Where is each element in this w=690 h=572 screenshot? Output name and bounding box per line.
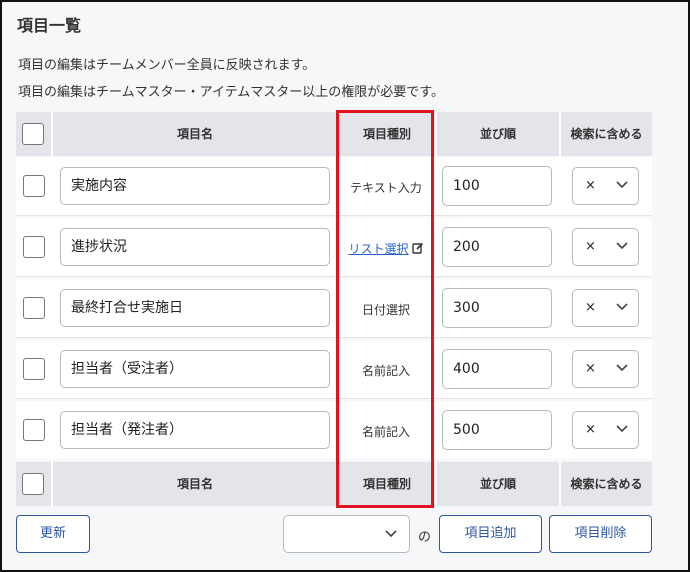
chevron-down-icon [616,303,628,311]
searchable-select[interactable]: × [572,411,639,449]
delete-item-button[interactable]: 項目削除 [549,515,652,553]
searchable-select[interactable]: × [572,350,639,388]
column-header-type: 項目種別 [362,127,411,141]
searchable-value: × [585,178,596,193]
item-type-link-wrap[interactable]: リスト選択 [336,240,436,257]
order-input[interactable]: 500 [442,410,552,450]
note-broadcast: 項目の編集はチームメンバー全員に反映されます。 [18,58,316,73]
item-name-input[interactable]: 担当者（受注者） [60,350,330,388]
select-all-checkbox-bottom[interactable] [22,473,44,495]
chevron-down-icon [385,530,397,538]
chevron-down-icon [616,425,628,433]
searchable-value: × [585,239,596,254]
column-header-name: 項目名 [176,477,213,491]
row-checkbox[interactable] [23,297,45,319]
column-header-searchable: 検索に含める [570,477,643,491]
item-type-label: 日付選択 [361,303,410,317]
searchable-select[interactable]: × [572,289,639,327]
table-row: 担当者（発注者） 名前記入 500 × [16,401,652,459]
column-header-searchable: 検索に含める [570,127,643,141]
column-header-order: 並び順 [479,127,516,141]
table-footer-header: 項目名 項目種別 並び順 検索に含める [16,462,652,506]
of-label: の [418,530,432,545]
select-all-checkbox[interactable] [22,123,44,145]
searchable-select[interactable]: × [572,228,639,266]
searchable-select[interactable]: × [572,167,639,205]
row-checkbox[interactable] [23,419,45,441]
edit-icon[interactable] [411,242,424,254]
item-type-link[interactable]: リスト選択 [348,242,408,256]
order-input[interactable]: 200 [442,227,552,267]
item-name-input[interactable]: 実施内容 [60,167,330,205]
item-name-input[interactable]: 担当者（発注者） [60,411,330,449]
table-row: 実施内容 テキスト入力 100 × [16,157,652,215]
item-type-label: テキスト入力 [350,181,422,195]
order-input[interactable]: 400 [442,349,552,389]
chevron-down-icon [616,364,628,372]
order-input[interactable]: 100 [442,166,552,206]
table-row: 最終打合せ実施日 日付選択 300 × [16,279,652,337]
update-button[interactable]: 更新 [16,515,90,553]
add-item-button[interactable]: 項目追加 [439,515,542,553]
chevron-down-icon [616,181,628,189]
table-row: 担当者（受注者） 名前記入 400 × [16,340,652,398]
searchable-value: × [585,300,596,315]
item-count-select[interactable] [283,515,410,553]
row-checkbox[interactable] [23,175,45,197]
table-row: 進捗状況 リスト選択 200 × [16,218,652,276]
item-name-input[interactable]: 進捗状況 [60,228,330,266]
order-input[interactable]: 300 [442,288,552,328]
searchable-value: × [585,361,596,376]
table-header: 項目名 項目種別 並び順 検索に含める [16,112,652,156]
item-type-label: 名前記入 [361,364,410,378]
searchable-value: × [585,422,596,437]
row-checkbox[interactable] [23,358,45,380]
note-permission: 項目の編集はチームマスター・アイテムマスター以上の権限が必要です。 [18,85,445,100]
chevron-down-icon [616,242,628,250]
page-title: 項目一覧 [17,16,82,35]
column-header-name: 項目名 [176,127,213,141]
column-header-order: 並び順 [479,477,516,491]
item-name-input[interactable]: 最終打合せ実施日 [60,289,330,327]
column-header-type: 項目種別 [362,477,411,491]
row-checkbox[interactable] [23,236,45,258]
item-type-label: 名前記入 [361,425,410,439]
